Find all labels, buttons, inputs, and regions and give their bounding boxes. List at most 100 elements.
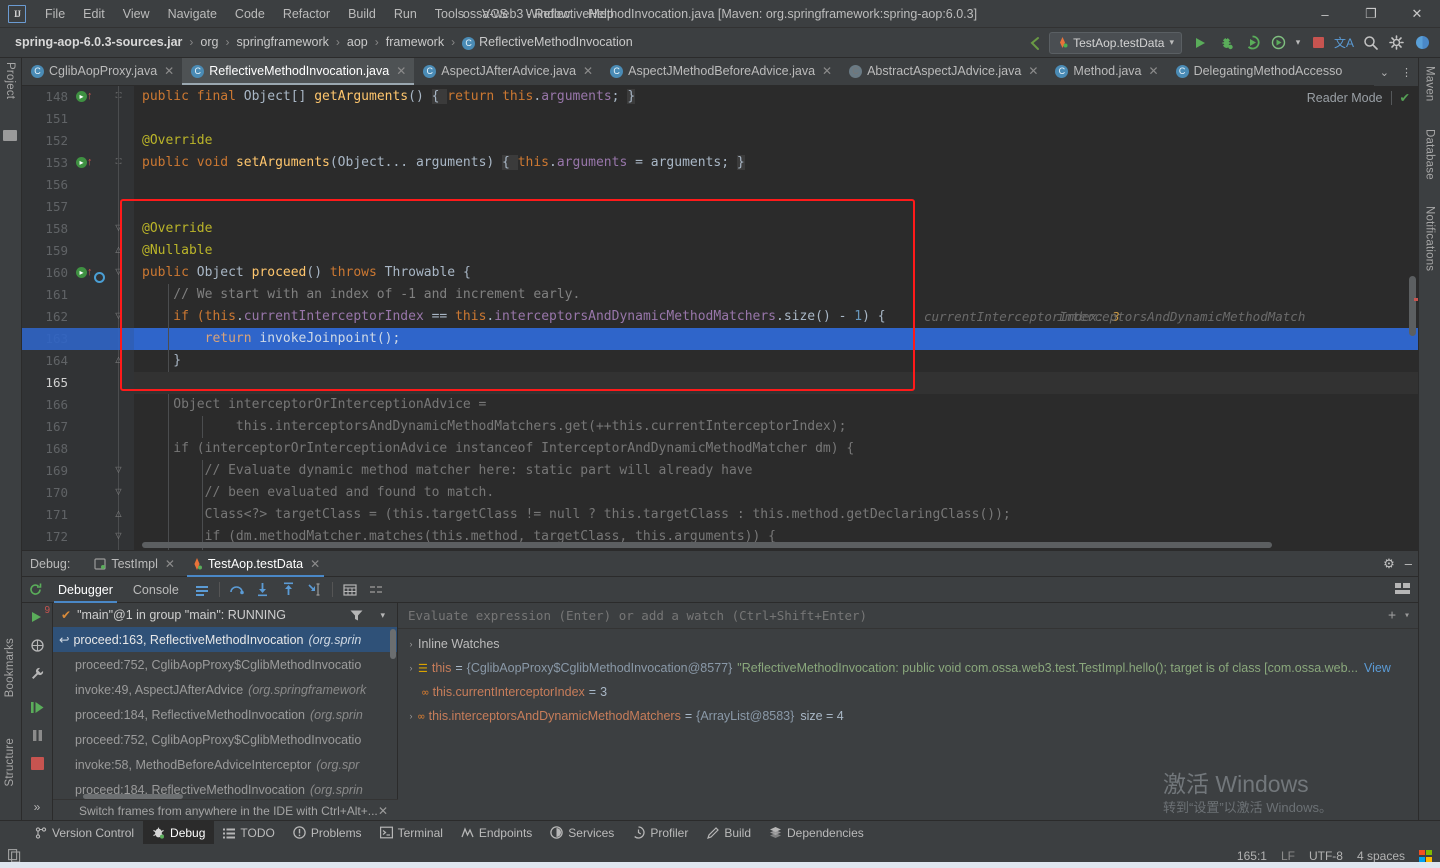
folder-icon[interactable] [3, 130, 17, 141]
menu-view[interactable]: View [114, 3, 159, 25]
close-icon[interactable]: ✕ [1149, 64, 1159, 78]
maximize-button[interactable]: ❐ [1348, 0, 1394, 28]
tool-window-problems[interactable]: Problems [284, 821, 371, 845]
close-icon[interactable]: ✕ [396, 64, 406, 78]
gear-icon[interactable] [1384, 32, 1408, 54]
tool-window-endpoints[interactable]: Endpoints [452, 821, 541, 845]
close-button[interactable]: ✕ [1394, 0, 1440, 28]
breadcrumb-item-org[interactable]: org [197, 33, 221, 51]
breadcrumb-item-framework[interactable]: framework [383, 33, 447, 51]
minimize-icon[interactable]: – [1405, 556, 1412, 571]
run-method-gutter-icon[interactable]: ▸ ↑ [76, 90, 93, 103]
add-watch-icon[interactable]: + [1388, 608, 1396, 623]
sidebar-item-notifications[interactable]: Notifications [1424, 206, 1436, 276]
inspection-check-icon[interactable]: ✔ [1400, 90, 1410, 105]
step-out-icon[interactable] [276, 577, 302, 603]
frame-row[interactable]: proceed:184, ReflectiveMethodInvocation … [53, 702, 397, 727]
caret-position[interactable]: 165:1 [1237, 849, 1267, 863]
breadcrumb-item-jar[interactable]: spring-aop-6.0.3-sources.jar [12, 33, 185, 51]
editor-tab-delegatingmethodaccessor[interactable]: C DelegatingMethodAccesso [1167, 58, 1351, 85]
menu-code[interactable]: Code [226, 3, 274, 25]
error-stripe-marker[interactable] [1414, 298, 1418, 301]
copy-icon[interactable] [8, 849, 21, 863]
translate-icon[interactable]: 文A [1332, 32, 1356, 54]
fold-collapse-icon[interactable]: ▽ [113, 487, 124, 498]
implementation-marker-icon[interactable] [94, 272, 106, 284]
debug-session-tab-testimpl[interactable]: TestImpl ✕ [86, 551, 183, 577]
run-with-coverage-button[interactable] [1240, 32, 1264, 54]
watch-row-this[interactable]: › ☰ this = {CglibAopProxy$CglibMethodInv… [398, 656, 1418, 680]
debug-session-tab-testaop[interactable]: TestAop.testData ✕ [183, 551, 328, 577]
reader-mode-indicator[interactable]: Reader Mode ✔ [1307, 90, 1410, 105]
editor-tab-method[interactable]: C Method.java ✕ [1046, 58, 1166, 85]
sidebar-item-structure[interactable]: Structure [4, 738, 16, 791]
fold-collapse-icon[interactable]: ▽ [113, 465, 124, 476]
close-icon[interactable]: ✕ [1028, 64, 1038, 78]
fold-collapse-icon[interactable]: △ [113, 355, 124, 366]
close-icon[interactable]: ✕ [378, 804, 388, 818]
menu-build[interactable]: Build [339, 3, 385, 25]
tool-window-terminal[interactable]: Terminal [371, 821, 452, 845]
step-into-icon[interactable] [250, 577, 276, 603]
menu-help[interactable]: Help [579, 3, 623, 25]
tool-window-version-control[interactable]: Version Control [26, 821, 143, 845]
close-icon[interactable]: ✕ [822, 64, 832, 78]
fold-collapse-icon[interactable]: ▽ [113, 223, 124, 234]
tool-window-services[interactable]: Services [541, 821, 623, 845]
tool-window-build[interactable]: Build [697, 821, 760, 845]
run-configuration-selector[interactable]: TestAop.testData ▾ [1049, 31, 1182, 54]
resume-icon[interactable] [26, 697, 48, 717]
evaluate-expression-field[interactable]: Evaluate expression (Enter) or add a wat… [398, 603, 1418, 629]
chevron-down-icon[interactable]: ▾ [380, 610, 385, 621]
editor-vertical-scrollbar[interactable] [1409, 276, 1416, 336]
menu-navigate[interactable]: Navigate [159, 3, 226, 25]
line-separator[interactable]: LF [1281, 849, 1295, 863]
tool-window-dependencies[interactable]: Dependencies [760, 821, 873, 845]
menu-tools[interactable]: Tools [426, 3, 473, 25]
close-icon[interactable]: ✕ [583, 64, 593, 78]
file-encoding[interactable]: UTF-8 [1309, 849, 1343, 863]
watch-row-inline-watches[interactable]: › Inline Watches [398, 632, 1418, 656]
layout-settings-icon[interactable] [1395, 583, 1410, 596]
sidebar-item-bookmarks[interactable]: Bookmarks [4, 638, 16, 702]
threads-icon[interactable] [26, 635, 48, 655]
close-icon[interactable]: ✕ [165, 557, 175, 571]
view-link[interactable]: View [1364, 661, 1391, 675]
more-options-icon[interactable]: ⋮ [1395, 66, 1418, 79]
profile-chevron-down-icon[interactable]: ▾ [1292, 32, 1304, 54]
editor-tab-aspectjafteradvice[interactable]: C AspectJAfterAdvice.java ✕ [414, 58, 601, 85]
fold-collapse-icon[interactable]: ▽ [113, 267, 124, 278]
sidebar-item-database[interactable]: Database [1424, 129, 1436, 185]
editor-horizontal-scrollbar[interactable] [142, 542, 1272, 548]
editor-tab-abstractaspectjadvice[interactable]: C AbstractAspectJAdvice.java ✕ [840, 58, 1046, 85]
tab-debugger[interactable]: Debugger [48, 577, 123, 603]
close-icon[interactable]: ✕ [310, 557, 320, 571]
search-icon[interactable] [1358, 32, 1382, 54]
step-over-icon[interactable] [224, 577, 250, 603]
filter-icon[interactable] [350, 609, 363, 622]
sidebar-item-project[interactable]: Project [4, 62, 16, 104]
sidebar-item-maven[interactable]: Maven [1424, 66, 1436, 107]
editor-tab-cglibaopproxy[interactable]: C CglibAopProxy.java ✕ [22, 58, 182, 85]
minimize-button[interactable]: – [1302, 0, 1348, 28]
breadcrumb-item-aop[interactable]: aop [344, 33, 371, 51]
debug-button[interactable] [1214, 32, 1238, 54]
twisty-icon[interactable]: › [404, 639, 418, 649]
menu-vcs[interactable]: VCS [473, 3, 517, 25]
fold-expand-icon[interactable]: ⛶ [113, 91, 124, 102]
account-icon[interactable] [1410, 32, 1434, 54]
frames-panel[interactable]: ✔ "main"@1 in group "main": RUNNING ▾ ↩ … [53, 603, 398, 821]
back-arrow-icon[interactable] [1023, 32, 1047, 54]
mute-breakpoints-icon[interactable] [363, 577, 389, 603]
twisty-icon[interactable]: › [404, 711, 418, 721]
thread-selector[interactable]: ✔ "main"@1 in group "main": RUNNING ▾ [53, 603, 397, 627]
watch-row-interceptorsanddynamicmethodmatchers[interactable]: › ∞ this.interceptorsAndDynamicMethodMat… [398, 704, 1418, 728]
frames-icon[interactable] [189, 577, 215, 603]
variables-panel[interactable]: Evaluate expression (Enter) or add a wat… [398, 603, 1418, 821]
editor-gutter[interactable]: 148 151 152 153 156 157 158 159 160 161 … [22, 86, 134, 550]
editor-tab-reflectivemethodinvocation[interactable]: C ReflectiveMethodInvocation.java ✕ [182, 58, 415, 85]
evaluate-expression-icon[interactable] [337, 577, 363, 603]
close-icon[interactable]: ✕ [164, 64, 174, 78]
rerun-icon[interactable] [22, 577, 48, 603]
run-method-gutter-icon[interactable]: ▸ ↑ [76, 266, 93, 279]
